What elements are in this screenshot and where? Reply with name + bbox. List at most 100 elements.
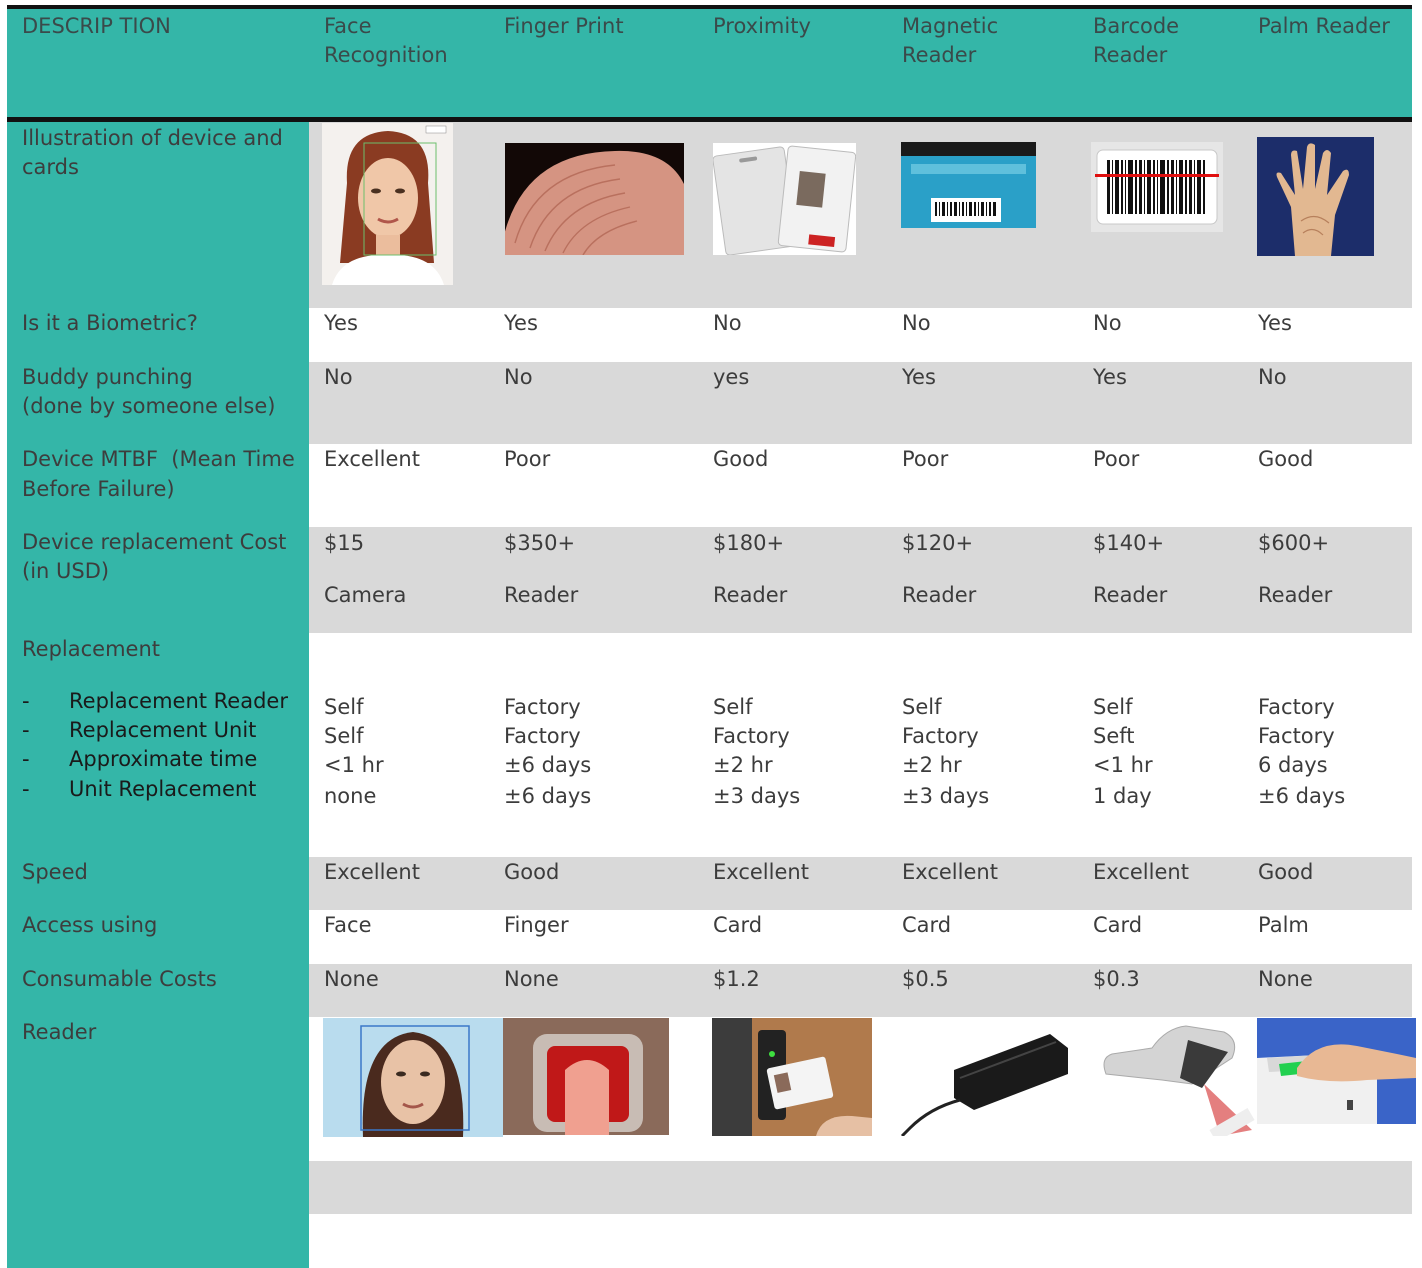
mtbf-cell: Excellent xyxy=(324,447,420,471)
consumable-cell: None xyxy=(1258,967,1313,991)
cost-unit-cell: Reader xyxy=(1093,583,1168,607)
unit-replacement-cell: ±3 days xyxy=(902,784,990,808)
bullet-replacement-reader: Replacement Reader xyxy=(69,689,288,713)
access-cell: Card xyxy=(1093,913,1143,937)
consumable-cell: $1.2 xyxy=(713,967,760,991)
consumable-cell: $0.5 xyxy=(902,967,949,991)
label-cost-line1: Device replacement Cost xyxy=(22,530,287,554)
proximity-card-photo xyxy=(713,143,856,255)
replacement-reader-cell: Self xyxy=(902,695,942,719)
buddy-cell: No xyxy=(504,365,533,389)
biometric-cell: No xyxy=(902,311,931,335)
bullet-dash: - xyxy=(22,747,30,771)
access-cell: Card xyxy=(902,913,952,937)
speed-cell: Good xyxy=(504,860,560,884)
magnetic-card-photo xyxy=(901,142,1036,228)
header-palm: Palm Reader xyxy=(1258,14,1390,38)
consumable-cell: None xyxy=(324,967,379,991)
header-barcode-line1: Barcode xyxy=(1093,14,1180,38)
replacement-unit-cell: Self xyxy=(324,724,364,748)
label-illustration-line2: cards xyxy=(22,155,79,179)
speed-cell: Excellent xyxy=(324,860,420,884)
bullet-approximate-time: Approximate time xyxy=(69,747,258,771)
cost-unit-cell: Reader xyxy=(1258,583,1333,607)
cost-unit-cell: Camera xyxy=(324,583,407,607)
replacement-reader-cell: Self xyxy=(1093,695,1133,719)
buddy-cell: Yes xyxy=(902,365,936,389)
approximate-time-cell: ±2 hr xyxy=(713,753,773,777)
bullet-unit-replacement: Unit Replacement xyxy=(69,777,257,801)
biometric-cell: No xyxy=(1093,311,1122,335)
access-cell: Palm xyxy=(1258,913,1309,937)
face-photo xyxy=(322,123,453,285)
label-buddy-line1: Buddy punching xyxy=(22,365,193,389)
header-face-line1: Face xyxy=(324,14,372,38)
cost-unit-cell: Reader xyxy=(713,583,788,607)
biometric-cell: Yes xyxy=(504,311,538,335)
mtbf-cell: Poor xyxy=(902,447,949,471)
speed-cell: Excellent xyxy=(902,860,998,884)
buddy-cell: No xyxy=(1258,365,1287,389)
label-mtbf-line1: Device MTBF (Mean Time xyxy=(22,447,295,471)
bullet-dash: - xyxy=(22,777,30,801)
header-barcode-line2: Reader xyxy=(1093,43,1168,67)
speed-cell: Excellent xyxy=(1093,860,1189,884)
finger-reader-photo xyxy=(503,1018,669,1135)
unit-replacement-cell: ±3 days xyxy=(713,784,801,808)
buddy-cell: Yes xyxy=(1093,365,1127,389)
unit-replacement-cell: ±6 days xyxy=(1258,784,1346,808)
buddy-cell: No xyxy=(324,365,353,389)
replacement-unit-cell: Factory xyxy=(713,724,790,748)
access-cell: Finger xyxy=(504,913,569,937)
speed-cell: Good xyxy=(1258,860,1314,884)
access-cell: Card xyxy=(713,913,763,937)
fingerprint-photo xyxy=(505,143,684,255)
palm-scan-photo xyxy=(1257,137,1374,256)
unit-replacement-cell: 1 day xyxy=(1093,784,1152,808)
cost-unit-cell: Reader xyxy=(504,583,579,607)
replacement-reader-cell: Factory xyxy=(1258,695,1335,719)
label-speed: Speed xyxy=(22,860,88,884)
mag-swipe-reader-photo xyxy=(900,1018,1072,1136)
speed-cell: Excellent xyxy=(713,860,809,884)
replacement-unit-cell: Factory xyxy=(1258,724,1335,748)
header-face-line2: Recognition xyxy=(324,43,448,67)
cost-price-cell: $15 xyxy=(324,531,365,555)
consumable-cell: None xyxy=(504,967,559,991)
cost-price-cell: $180+ xyxy=(713,531,785,555)
approximate-time-cell: 6 days xyxy=(1258,753,1328,777)
buddy-cell: yes xyxy=(713,365,750,389)
biometric-cell: Yes xyxy=(1258,311,1292,335)
replacement-reader-cell: Self xyxy=(324,695,364,719)
label-illustration-line1: Illustration of device and xyxy=(22,126,283,150)
barcode-scanner-photo xyxy=(1092,1018,1257,1136)
header-magnetic-line2: Reader xyxy=(902,43,977,67)
consumable-cell: $0.3 xyxy=(1093,967,1140,991)
row-band-empty xyxy=(309,1161,1412,1214)
bullet-dash: - xyxy=(22,689,30,713)
row-band-speed xyxy=(309,857,1412,910)
row-band-buddy xyxy=(309,362,1412,444)
cost-unit-cell: Reader xyxy=(902,583,977,607)
cost-price-cell: $120+ xyxy=(902,531,974,555)
header-proximity: Proximity xyxy=(713,14,811,38)
biometric-cell: No xyxy=(713,311,742,335)
row-band-consumable xyxy=(309,964,1412,1017)
bullet-replacement-unit: Replacement Unit xyxy=(69,718,257,742)
palm-reader-device-photo xyxy=(1257,1018,1416,1124)
mtbf-cell: Poor xyxy=(1093,447,1140,471)
replacement-unit-cell: Factory xyxy=(902,724,979,748)
unit-replacement-cell: ±6 days xyxy=(504,784,592,808)
row-band-cost xyxy=(309,527,1412,633)
mtbf-cell: Poor xyxy=(504,447,551,471)
header-row xyxy=(7,5,1412,118)
label-mtbf-line2: Before Failure) xyxy=(22,477,175,501)
approximate-time-cell: <1 hr xyxy=(324,753,384,777)
label-cost-line2: (in USD) xyxy=(22,559,110,583)
label-biometric: Is it a Biometric? xyxy=(22,311,198,335)
cost-price-cell: $140+ xyxy=(1093,531,1165,555)
replacement-unit-cell: Seft xyxy=(1093,724,1135,748)
prox-reader-photo xyxy=(712,1018,872,1136)
cost-price-cell: $600+ xyxy=(1258,531,1330,555)
header-description: DESCRIP TION xyxy=(22,14,171,38)
